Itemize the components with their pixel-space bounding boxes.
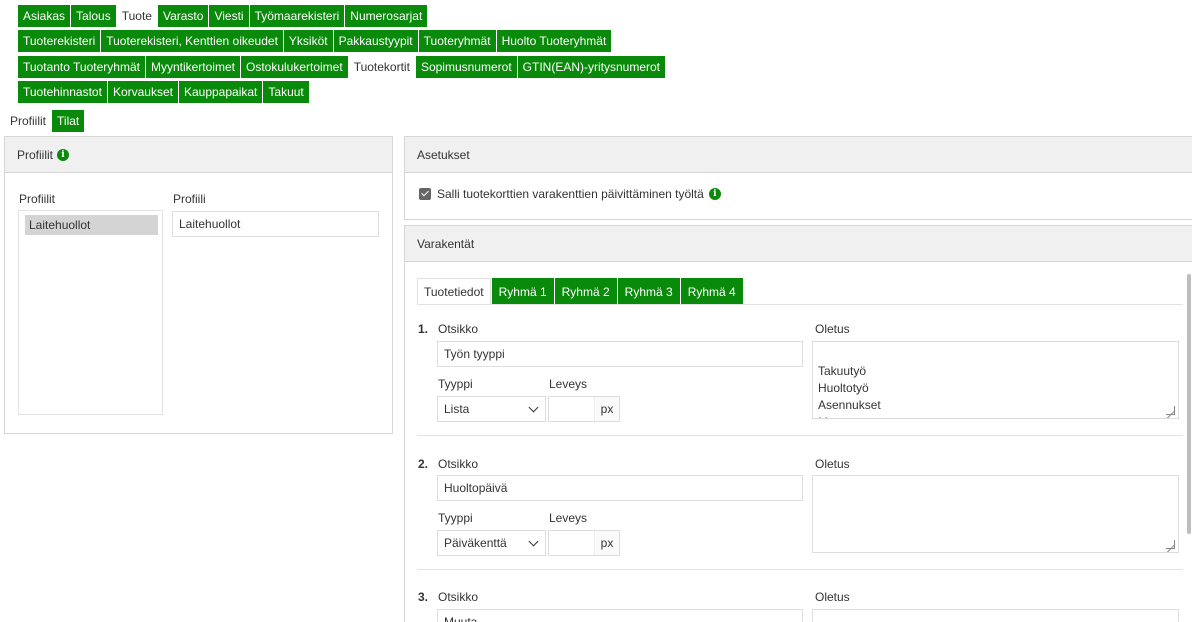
list-item[interactable]: Laitehuollot (25, 215, 158, 235)
tab-ryhma-3[interactable]: Ryhmä 3 (617, 278, 680, 304)
tyyppi-value: Päiväkenttä (444, 536, 507, 550)
leveys-group: px (548, 530, 620, 556)
nav-tab-sopimusnumerot[interactable]: Sopimusnumerot (415, 56, 517, 78)
nav-tab-tuoteryhmät[interactable]: Tuoteryhmät (418, 30, 496, 52)
oletus-value: Takuutyö Huoltotyö Asennukset Muu (818, 364, 881, 418)
nav-tab-takuut[interactable]: Takuut (263, 81, 309, 103)
chevron-down-icon (528, 402, 539, 413)
nav-tab-tuoterekisteri[interactable]: Tuoterekisteri (18, 30, 101, 52)
nav-tab-asiakas[interactable]: Asiakas (18, 5, 71, 27)
profiles-panel-title: Profiilit (17, 147, 54, 162)
tyyppi-value: Lista (444, 402, 470, 416)
tyyppi-select[interactable]: Lista (437, 396, 546, 422)
allow-update-checkbox[interactable] (419, 188, 431, 200)
oletus-label: Oletus (815, 457, 850, 471)
nav-tab-tuotanto-tuoteryhmät[interactable]: Tuotanto Tuoteryhmät (18, 56, 145, 78)
subtab-tilat[interactable]: Tilat (52, 110, 85, 132)
settings-panel-title: Asetukset (417, 147, 470, 162)
otsikko-input[interactable]: Muuta (437, 609, 803, 622)
leveys-group: px (548, 396, 620, 422)
settings-panel-header: Asetukset (405, 137, 1192, 173)
nav-tab-tuotehinnastot[interactable]: Tuotehinnastot (18, 81, 107, 103)
tab-ryhma-2[interactable]: Ryhmä 2 (554, 278, 617, 304)
oletus-textarea[interactable]: Takuutyö Huoltotyö Asennukset Muu (812, 341, 1179, 419)
tyyppi-select[interactable]: Päiväkenttä (437, 530, 546, 556)
otsikko-label: Otsikko (438, 457, 479, 471)
tabs-divider (417, 304, 1183, 305)
otsikko-label: Otsikko (438, 322, 479, 336)
subtab-profiilit[interactable]: Profiilit (5, 110, 52, 132)
spare-fields-tabs: Tuotetiedot Ryhmä 1 Ryhmä 2 Ryhmä 3 Ryhm… (417, 278, 743, 304)
nav-tab-tuote[interactable]: Tuote (116, 5, 157, 27)
info-icon[interactable]: i (708, 188, 721, 200)
profiles-list-label: Profiilit (19, 192, 56, 206)
tab-ryhma-4[interactable]: Ryhmä 4 (680, 278, 743, 304)
tyyppi-label: Tyyppi (438, 377, 473, 391)
nav-tab-kauppapaikat[interactable]: Kauppapaikat (178, 81, 263, 103)
otsikko-input[interactable]: Huoltopäivä (437, 475, 803, 501)
allow-update-label: Salli tuotekorttien varakenttien päivitt… (437, 187, 704, 201)
settings-panel: Asetukset (404, 136, 1192, 220)
tab-tuotetiedot[interactable]: Tuotetiedot (417, 278, 491, 304)
nav-tab-huolto-tuoteryhmät[interactable]: Huolto Tuoteryhmät (496, 30, 612, 52)
oletus-textarea[interactable] (812, 609, 1179, 622)
leveys-input[interactable] (549, 397, 595, 421)
profile-name-input[interactable]: Laitehuollot (172, 211, 379, 237)
nav-row-4: Tuotehinnastot Korvaukset Kauppapaikat Taku… (18, 81, 309, 103)
profiles-listbox[interactable]: Laitehuollot (18, 210, 163, 415)
otsikko-input[interactable]: Työn tyyppi (437, 341, 803, 367)
nav-tab-talous[interactable]: Talous (71, 5, 116, 27)
nav-tab-työmaarekisteri[interactable]: Työmaarekisteri (249, 5, 345, 27)
nav-tab-viesti[interactable]: Viesti (209, 5, 249, 27)
nav-tab-myyntikertoimet[interactable]: Myyntikertoimet (145, 56, 240, 78)
oletus-textarea[interactable] (812, 475, 1179, 553)
field-divider (417, 435, 1183, 436)
field-number: 1. (418, 322, 429, 336)
oletus-label: Oletus (815, 590, 850, 604)
nav-tab-varasto[interactable]: Varasto (157, 5, 209, 27)
field-divider (417, 569, 1183, 570)
nav-tab-tuoterekisteri-kenttien-oikeudet[interactable]: Tuoterekisteri, Kenttien oikeudet (101, 30, 283, 52)
oletus-label: Oletus (815, 322, 850, 336)
field-number: 3. (418, 590, 429, 604)
nav-tab-ostokulukertoimet[interactable]: Ostokulukertoimet (240, 56, 348, 78)
scrollbar-thumb[interactable] (1187, 274, 1191, 534)
nav-tab-gtin-ean-yritysnumerot[interactable]: GTIN(EAN)-yritysnumerot (517, 56, 665, 78)
nav-tab-korvaukset[interactable]: Korvaukset (107, 81, 178, 103)
nav-tab-yksiköt[interactable]: Yksiköt (283, 30, 333, 52)
tyyppi-label: Tyyppi (438, 511, 473, 525)
info-icon[interactable]: i (57, 148, 70, 161)
resize-handle-icon[interactable] (1166, 406, 1175, 415)
spare-fields-panel-header: Varakentät (405, 226, 1192, 262)
spare-fields-panel-title: Varakentät (417, 236, 475, 251)
nav-tab-numerosarjat[interactable]: Numerosarjat (345, 5, 428, 27)
leveys-label: Leveys (549, 511, 588, 525)
nav-tab-tuotekortit[interactable]: Tuotekortit (348, 56, 415, 78)
nav-tab-pakkaustyypit[interactable]: Pakkaustyypit (333, 30, 418, 52)
resize-handle-icon[interactable] (1166, 540, 1175, 549)
profiles-panel-header: Profiilit i (5, 137, 392, 173)
tab-ryhma-1[interactable]: Ryhmä 1 (491, 278, 554, 304)
field-number: 2. (418, 457, 429, 471)
chevron-down-icon (528, 536, 539, 547)
otsikko-label: Otsikko (438, 590, 479, 604)
leveys-input[interactable] (549, 531, 595, 555)
profile-label: Profiili (173, 192, 206, 206)
nav-row-1: Asiakas Talous Tuote Varasto Viesti Työmaarek… (18, 5, 428, 27)
unit-px: px (595, 397, 619, 421)
profile-subtabs: Profiilit Tilat (5, 110, 85, 132)
nav-row-3: Tuotanto Tuoteryhmät Myyntikertoimet Ostok… (18, 56, 665, 78)
unit-px: px (595, 531, 619, 555)
leveys-label: Leveys (549, 377, 588, 391)
nav-row-2: Tuoterekisteri Tuoterekisteri, Kenttien o… (18, 30, 612, 52)
settings-checkbox-row: Salli tuotekorttien varakenttien päivitt… (419, 187, 721, 201)
